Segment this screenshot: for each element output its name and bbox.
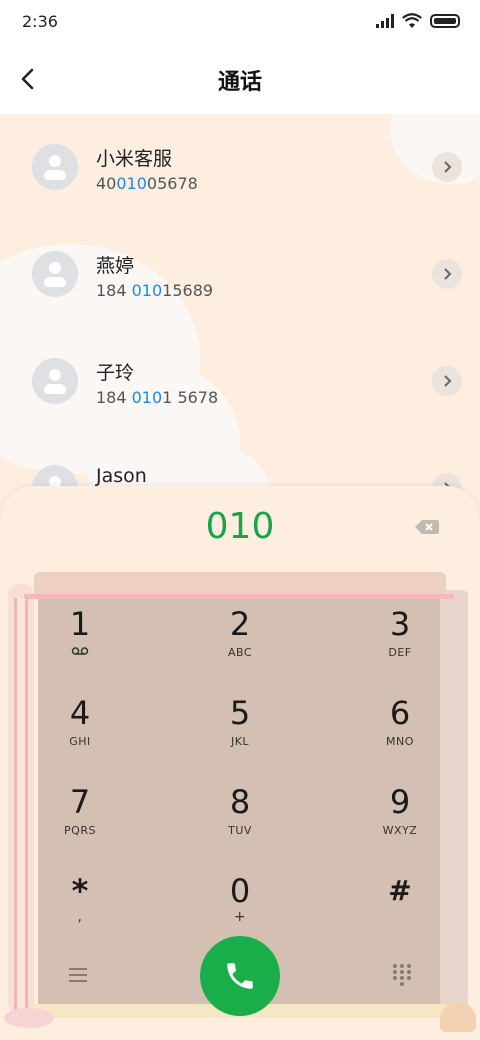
status-bar: 2:36 [0, 0, 480, 44]
contact-detail-button[interactable] [432, 152, 462, 182]
contact-row[interactable]: 子玲 184 0101 5678 [0, 336, 480, 426]
page-title: 通话 [217, 70, 262, 95]
dialer-panel: 010 1 2 ABC 3 DEF 4 GHI 5 JKL 6 MNO 7 PQ… [0, 486, 480, 1040]
phone-icon [227, 963, 253, 989]
key-digit: 8 [229, 783, 251, 821]
contact-name: Jason [96, 465, 147, 487]
dialed-number: 010 [205, 506, 275, 547]
key-digit: 0 [229, 872, 251, 910]
contact-name: 燕婷 [96, 255, 135, 277]
key-digit: 2 [229, 605, 251, 643]
contact-name: 子玲 [96, 362, 135, 384]
contact-number: 4001005678 [96, 174, 198, 193]
backspace-icon [415, 520, 439, 534]
key-hash[interactable]: # [330, 861, 470, 947]
frame-decoration [440, 1002, 476, 1032]
key-4[interactable]: 4 GHI [10, 683, 150, 769]
frame-decoration [4, 1008, 54, 1028]
call-button[interactable] [200, 936, 280, 1016]
key-7[interactable]: 7 PQRS [10, 772, 150, 858]
contact-detail-button[interactable] [432, 366, 462, 396]
key-letters: , [77, 909, 83, 925]
key-letters: GHI [69, 735, 91, 748]
key-1[interactable]: 1 [10, 594, 150, 680]
key-star[interactable]: * , [10, 861, 150, 947]
contact-number: 184 01015689 [96, 281, 214, 300]
chevron-right-icon [444, 375, 452, 387]
header: 通话 [0, 44, 480, 114]
key-digit: * [71, 872, 89, 910]
menu-button[interactable] [66, 964, 90, 986]
frame-decoration [34, 572, 446, 596]
avatar [32, 251, 78, 297]
avatar [32, 358, 78, 404]
status-time: 2:36 [22, 12, 58, 31]
key-digit: 5 [229, 694, 251, 732]
key-0[interactable]: 0 + [170, 861, 310, 947]
key-8[interactable]: 8 TUV [170, 772, 310, 858]
key-letters: ABC [227, 646, 253, 659]
key-letters: WXYZ [382, 824, 418, 837]
key-digit: 6 [389, 694, 411, 732]
key-digit: 4 [69, 694, 91, 732]
contact-row[interactable]: 燕婷 184 01015689 [0, 229, 480, 319]
key-5[interactable]: 5 JKL [170, 683, 310, 769]
menu-icon [69, 968, 87, 982]
backspace-button[interactable] [414, 516, 440, 538]
battery-icon [430, 14, 460, 28]
key-digit: 3 [389, 605, 411, 643]
keypad-icon [393, 964, 411, 986]
key-digit: 7 [69, 783, 91, 821]
key-letters: JKL [230, 735, 250, 748]
status-icons [376, 13, 460, 29]
key-digit: 1 [69, 605, 91, 643]
chevron-right-icon [444, 161, 452, 173]
key-letters: MNO [386, 735, 414, 748]
contact-detail-button[interactable] [432, 259, 462, 289]
key-digit: # [388, 874, 412, 907]
contact-list: 小米客服 4001005678 燕婷 184 01015689 子玲 184 0… [0, 114, 480, 534]
keypad-toggle-button[interactable] [390, 962, 414, 986]
key-9[interactable]: 9 WXYZ [330, 772, 470, 858]
key-letters: PQRS [64, 824, 96, 837]
contact-name: 小米客服 [96, 148, 173, 170]
avatar [32, 144, 78, 190]
key-letters: TUV [228, 824, 252, 837]
contact-number: 184 0101 5678 [96, 388, 219, 407]
signal-icon [376, 14, 394, 28]
key-3[interactable]: 3 DEF [330, 594, 470, 680]
wifi-icon [402, 13, 422, 28]
voicemail-icon [10, 646, 150, 659]
chevron-right-icon [444, 268, 452, 280]
key-2[interactable]: 2 ABC [170, 594, 310, 680]
key-6[interactable]: 6 MNO [330, 683, 470, 769]
key-letters: + [233, 909, 247, 925]
key-digit: 9 [389, 783, 411, 821]
key-letters: DEF [388, 646, 412, 659]
contact-row[interactable]: 小米客服 4001005678 [0, 122, 480, 212]
